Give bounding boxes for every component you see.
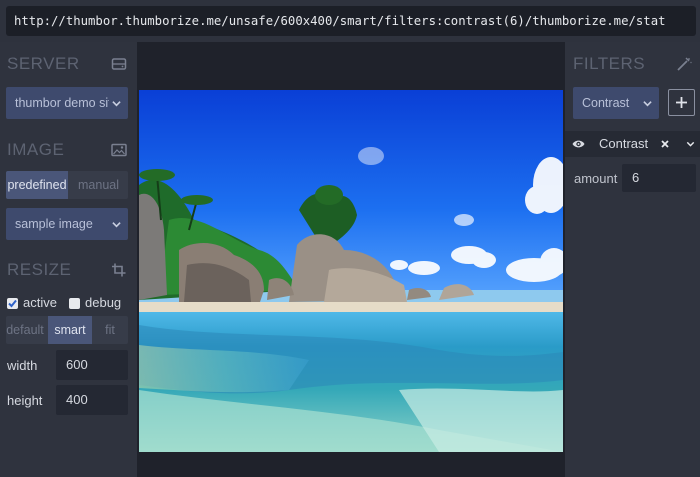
image-icon — [111, 143, 127, 157]
url-bar: http://thumbor.thumborize.me/unsafe/600x… — [0, 0, 700, 42]
filter-item-contrast: Contrast — [565, 131, 700, 157]
close-icon[interactable] — [661, 140, 669, 148]
resize-section-header: RESIZE — [0, 256, 137, 286]
image-mode-toggle: predefined manual — [6, 171, 128, 199]
height-input[interactable]: 400 — [56, 385, 128, 415]
crop-icon — [112, 263, 126, 277]
filter-select-value: Contrast — [582, 96, 630, 110]
chevron-down-icon — [112, 222, 121, 228]
preview-image — [139, 90, 563, 452]
wand-icon — [677, 57, 692, 71]
url-input[interactable]: http://thumbor.thumborize.me/unsafe/600x… — [6, 6, 696, 36]
filters-section-header: FILTERS — [565, 50, 700, 80]
fit-mode-default[interactable]: default — [6, 316, 48, 344]
server-select-value: thumbor demo site — [15, 96, 109, 110]
chevron-down-icon[interactable] — [686, 140, 695, 148]
debug-checkbox[interactable] — [69, 298, 80, 309]
resize-section-title: RESIZE — [7, 260, 72, 279]
height-label: height — [7, 393, 43, 408]
server-section-title: SERVER — [7, 54, 80, 73]
fit-mode-toggle: default smart fit — [6, 316, 128, 344]
fit-mode-fit[interactable]: fit — [92, 316, 128, 344]
debug-label: debug — [85, 295, 122, 310]
amount-label: amount — [574, 171, 618, 186]
chevron-down-icon — [643, 101, 652, 107]
image-mode-predefined[interactable]: predefined — [6, 171, 68, 199]
image-select-value: sample image — [15, 217, 93, 231]
filter-select[interactable]: Contrast — [573, 87, 659, 119]
chevron-down-icon — [112, 101, 121, 107]
server-icon — [111, 58, 127, 70]
image-mode-manual[interactable]: manual — [68, 171, 128, 199]
add-filter-button[interactable] — [668, 89, 695, 116]
right-sidebar: FILTERS Contrast Contrast amount 6 — [565, 42, 700, 477]
server-section-header: SERVER — [0, 50, 137, 80]
server-select[interactable]: thumbor demo site — [6, 87, 128, 119]
image-section-header: IMAGE — [0, 136, 137, 166]
preview-area — [137, 42, 565, 477]
image-section-title: IMAGE — [7, 140, 65, 159]
filter-name: Contrast — [599, 136, 649, 151]
plus-icon — [676, 97, 687, 108]
width-label: width — [7, 358, 38, 373]
left-sidebar: SERVER thumbor demo site IMAGE predefine… — [0, 42, 137, 477]
fit-mode-smart[interactable]: smart — [48, 316, 92, 344]
checkmark-icon — [8, 299, 17, 308]
image-select[interactable]: sample image — [6, 208, 128, 240]
active-label: active — [23, 295, 57, 310]
amount-input[interactable]: 6 — [622, 164, 696, 192]
eye-icon[interactable] — [572, 139, 585, 149]
active-checkbox[interactable] — [7, 298, 18, 309]
filters-section-title: FILTERS — [573, 54, 646, 73]
width-input[interactable]: 600 — [56, 350, 128, 380]
